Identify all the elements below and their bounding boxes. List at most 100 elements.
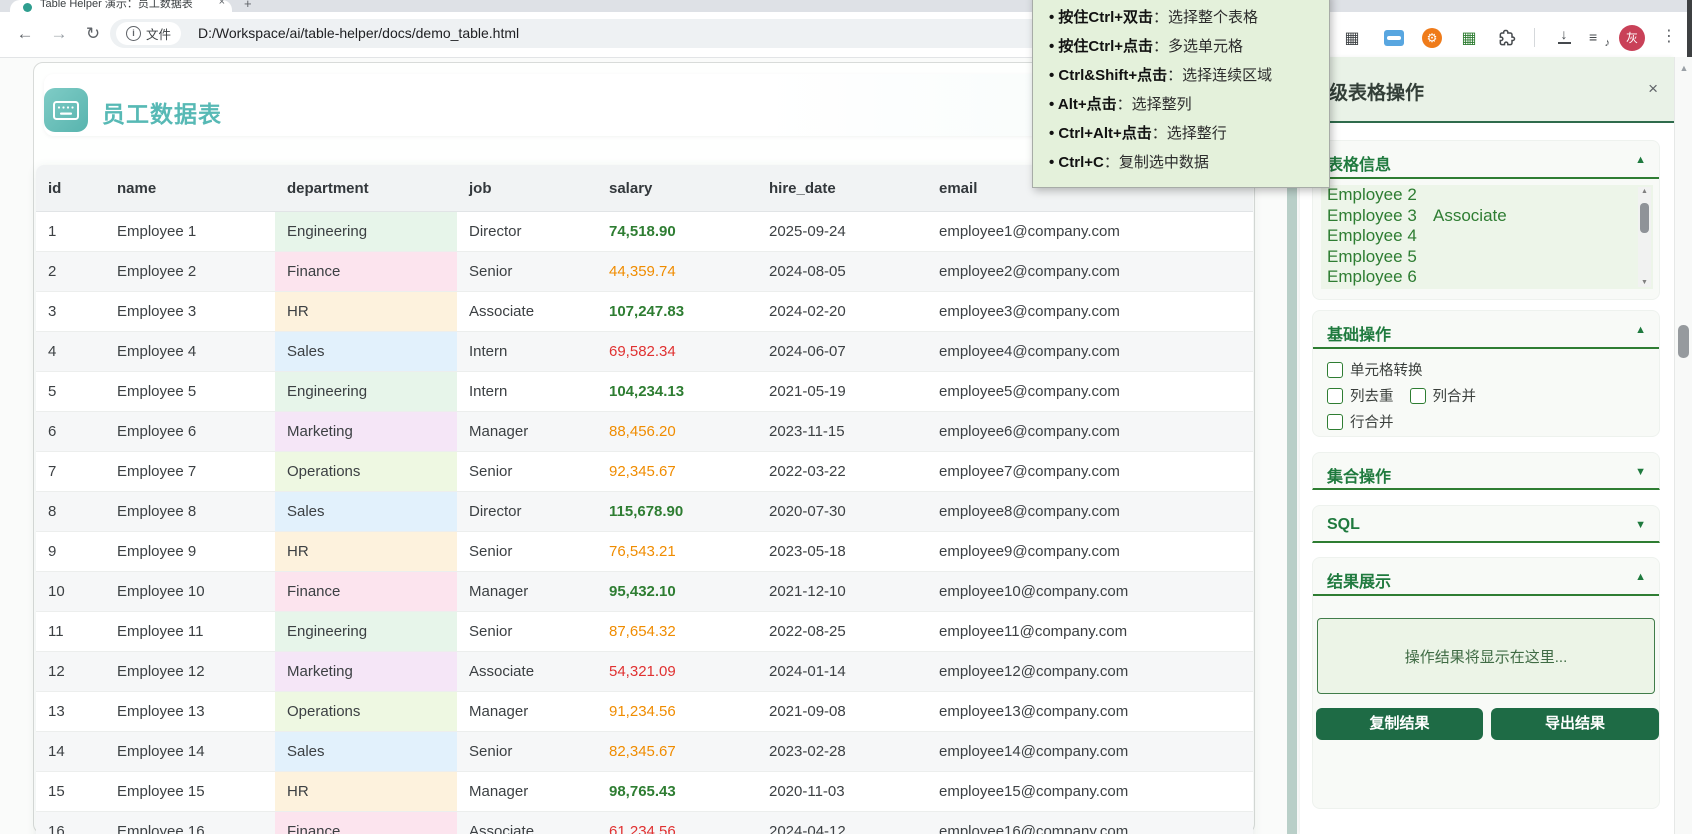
table-cell[interactable]: Marketing	[275, 412, 457, 452]
table-cell[interactable]: 6	[36, 412, 105, 452]
collapse-arrow-icon[interactable]: ▼	[1635, 519, 1646, 531]
table-row[interactable]: 16Employee 16FinanceAssociate61,234.5620…	[36, 812, 1253, 834]
table-cell[interactable]: 74,518.90	[597, 212, 757, 252]
table-cell[interactable]: Director	[457, 492, 597, 532]
profile-avatar[interactable]: 灰	[1619, 25, 1645, 51]
section-title[interactable]: SQL	[1327, 516, 1360, 534]
table-cell[interactable]: Employee 2	[105, 252, 275, 292]
table-cell[interactable]: Employee 5	[105, 372, 275, 412]
table-cell[interactable]: Sales	[275, 332, 457, 372]
table-cell[interactable]: 2024-01-14	[757, 652, 927, 692]
table-cell[interactable]: employee8@company.com	[927, 492, 1253, 532]
media-controls-icon[interactable]: ≡ ♪	[1588, 29, 1610, 47]
table-cell[interactable]: 8	[36, 492, 105, 532]
table-cell[interactable]: Employee 1	[105, 212, 275, 252]
blue-card-extension-icon[interactable]	[1383, 27, 1405, 49]
list-item[interactable]: Employee 6	[1321, 267, 1653, 288]
table-cell[interactable]: Associate	[457, 652, 597, 692]
table-cell[interactable]: employee2@company.com	[927, 252, 1253, 292]
table-cell[interactable]: Associate	[457, 812, 597, 834]
table-cell[interactable]: 2023-02-28	[757, 732, 927, 772]
checkbox[interactable]	[1327, 388, 1343, 404]
table-cell[interactable]: 2022-08-25	[757, 612, 927, 652]
table-cell[interactable]: employee1@company.com	[927, 212, 1253, 252]
list-item[interactable]: Employee 4	[1321, 226, 1653, 247]
panel-close-icon[interactable]: ×	[1648, 79, 1658, 99]
table-cell[interactable]: 87,654.32	[597, 612, 757, 652]
table-cell[interactable]: Senior	[457, 612, 597, 652]
table-cell[interactable]: 11	[36, 612, 105, 652]
table-cell[interactable]: Manager	[457, 572, 597, 612]
table-cell[interactable]: 7	[36, 452, 105, 492]
table-cell[interactable]: employee6@company.com	[927, 412, 1253, 452]
table-cell[interactable]: 91,234.56	[597, 692, 757, 732]
table-cell[interactable]: HR	[275, 292, 457, 332]
list-scrollbar[interactable]: ▲ ▼	[1638, 187, 1651, 287]
table-cell[interactable]: 115,678.90	[597, 492, 757, 532]
table-cell[interactable]: Employee 3	[105, 292, 275, 332]
table-cell[interactable]: 104,234.13	[597, 372, 757, 412]
table-cell[interactable]: Finance	[275, 572, 457, 612]
table-cell[interactable]: Director	[457, 212, 597, 252]
table-cell[interactable]: employee12@company.com	[927, 652, 1253, 692]
table-cell[interactable]: 2020-07-30	[757, 492, 927, 532]
scrollbar-thumb[interactable]	[1678, 325, 1689, 358]
table-cell[interactable]: Sales	[275, 492, 457, 532]
page-scrollbar[interactable]: ▲	[1674, 57, 1692, 834]
table-cell[interactable]: 13	[36, 692, 105, 732]
column-header-id[interactable]: id	[36, 165, 105, 212]
table-row[interactable]: 10Employee 10FinanceManager95,432.102021…	[36, 572, 1253, 612]
table-row[interactable]: 14Employee 14SalesSenior82,345.672023-02…	[36, 732, 1253, 772]
table-cell[interactable]: Senior	[457, 532, 597, 572]
scroll-down-icon[interactable]: ▼	[1638, 279, 1651, 286]
collapse-arrow-icon[interactable]: ▼	[1635, 466, 1646, 478]
table-row[interactable]: 4Employee 4SalesIntern69,582.342024-06-0…	[36, 332, 1253, 372]
table-helper-extension-icon[interactable]: ▦	[1458, 27, 1480, 49]
table-cell[interactable]: Manager	[457, 692, 597, 732]
table-cell[interactable]: 15	[36, 772, 105, 812]
table-row[interactable]: 5Employee 5EngineeringIntern104,234.1320…	[36, 372, 1253, 412]
table-cell[interactable]: 2022-03-22	[757, 452, 927, 492]
checkbox-option[interactable]: 列合并	[1410, 385, 1477, 406]
table-cell[interactable]: 3	[36, 292, 105, 332]
table-cell[interactable]: 69,582.34	[597, 332, 757, 372]
info-icon[interactable]: i	[126, 26, 141, 41]
copy-results-button[interactable]: 复制结果	[1316, 708, 1483, 740]
section-title[interactable]: 集合操作	[1327, 463, 1391, 487]
table-row[interactable]: 9Employee 9HRSenior76,543.212023-05-18em…	[36, 532, 1253, 572]
section-title[interactable]: 结果展示	[1327, 568, 1391, 592]
table-cell[interactable]: 2024-08-05	[757, 252, 927, 292]
table-cell[interactable]: 1	[36, 212, 105, 252]
table-cell[interactable]: 12	[36, 652, 105, 692]
table-cell[interactable]: Employee 14	[105, 732, 275, 772]
table-row[interactable]: 1Employee 1EngineeringDirector74,518.902…	[36, 212, 1253, 252]
column-header-department[interactable]: department	[275, 165, 457, 212]
table-cell[interactable]: 107,247.83	[597, 292, 757, 332]
table-cell[interactable]: employee11@company.com	[927, 612, 1253, 652]
collapse-arrow-icon[interactable]: ▲	[1635, 571, 1646, 583]
table-cell[interactable]: employee9@company.com	[927, 532, 1253, 572]
table-row[interactable]: 2Employee 2FinanceSenior44,359.742024-08…	[36, 252, 1253, 292]
back-icon[interactable]: ←	[12, 21, 38, 47]
table-cell[interactable]: employee5@company.com	[927, 372, 1253, 412]
table-cell[interactable]: Employee 10	[105, 572, 275, 612]
table-row[interactable]: 11Employee 11EngineeringSenior87,654.322…	[36, 612, 1253, 652]
table-cell[interactable]: 10	[36, 572, 105, 612]
table-cell[interactable]: Finance	[275, 812, 457, 834]
list-item[interactable]: Employee 3Associate	[1321, 206, 1653, 227]
table-cell[interactable]: HR	[275, 532, 457, 572]
checkbox-option[interactable]: 单元格转换	[1327, 359, 1423, 380]
table-row[interactable]: 8Employee 8SalesDirector115,678.902020-0…	[36, 492, 1253, 532]
new-tab-button[interactable]: +	[244, 0, 252, 11]
table-cell[interactable]: 4	[36, 332, 105, 372]
column-header-job[interactable]: job	[457, 165, 597, 212]
table-cell[interactable]: 92,345.67	[597, 452, 757, 492]
table-cell[interactable]: Employee 16	[105, 812, 275, 834]
table-cell[interactable]: Manager	[457, 412, 597, 452]
table-cell[interactable]: Manager	[457, 772, 597, 812]
table-cell[interactable]: 9	[36, 532, 105, 572]
forward-icon[interactable]: →	[46, 21, 72, 47]
scroll-up-icon[interactable]: ▲	[1638, 188, 1651, 195]
tab-close-icon[interactable]: ×	[219, 0, 225, 8]
collapse-arrow-icon[interactable]: ▲	[1635, 324, 1646, 336]
